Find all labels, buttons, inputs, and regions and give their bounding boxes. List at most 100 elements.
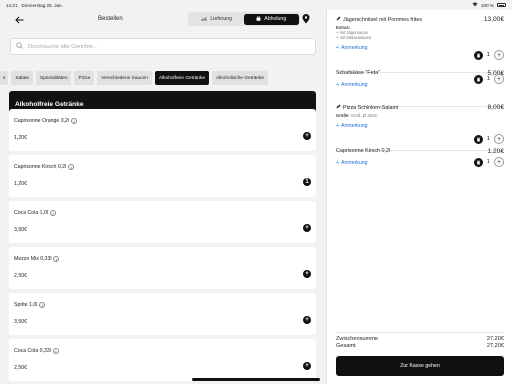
product-price: 3,50€ xyxy=(14,319,27,325)
location-pin-icon[interactable] xyxy=(302,14,310,24)
pickup-tab[interactable]: Abholung xyxy=(244,13,299,25)
product-price: 2,50€ xyxy=(14,365,27,371)
plus-icon: + xyxy=(336,82,340,88)
product-name: Caprisonne Orange 0,2l xyxy=(14,118,70,124)
plus-icon: + xyxy=(336,123,340,130)
category-tab-alkoholfreie-getraenke[interactable]: Alkoholfreie Getränke xyxy=(154,71,210,85)
info-icon[interactable]: i xyxy=(53,256,60,262)
edit-icon[interactable] xyxy=(336,16,341,23)
bag-icon xyxy=(256,15,261,23)
cart-item: Jägerschnitzel mit Pommes frites 13,00€ … xyxy=(336,16,504,66)
product-price: 1,20€ xyxy=(14,135,27,141)
add-to-cart-button[interactable]: + xyxy=(303,362,311,370)
cart-item: Schafskäse "Feta" 5,00€ + Anmerkung 1 + xyxy=(336,70,504,100)
category-tab-salate[interactable]: Salate xyxy=(11,71,34,85)
add-to-cart-button[interactable]: + xyxy=(303,316,311,324)
cart-item-title: Jägerschnitzel mit Pommes frites xyxy=(343,16,423,23)
add-note-label: Anmerkung xyxy=(341,44,368,51)
add-to-cart-button[interactable]: + xyxy=(303,270,311,278)
extra-option: + mit Metaxasauce xyxy=(336,35,372,41)
category-tabs: s Salate Spezialitäten Pizza Verschieden… xyxy=(0,71,326,85)
category-tab-spezialitaeten[interactable]: Spezialitäten xyxy=(36,71,72,85)
subtotal-label: Zwischensumme xyxy=(336,336,378,342)
page-title: Bestellen xyxy=(98,16,123,22)
trash-icon[interactable] xyxy=(473,134,483,144)
product-card[interactable]: Sprite 1,0l i 3,50€ + xyxy=(9,293,316,335)
increase-quantity-button[interactable]: + xyxy=(494,74,504,84)
cart-item-quantity: 1 xyxy=(486,52,490,58)
increase-quantity-button[interactable]: + xyxy=(494,134,504,144)
product-card[interactable]: Caprisonne Kirsch 0,2l i 1,20€ 1 xyxy=(9,155,316,197)
add-note-label: Anmerkung xyxy=(341,82,368,88)
back-arrow-icon[interactable] xyxy=(12,14,26,26)
cart-item-price: 13,00€ xyxy=(483,16,504,23)
divider xyxy=(336,332,504,333)
add-note-link[interactable]: + Anmerkung xyxy=(336,123,504,129)
product-card[interactable]: Coca Cola 0,33l i 2,50€ + xyxy=(9,339,316,381)
size-value: Groß, Ø 28cm xyxy=(350,113,378,118)
cart-panel: Jägerschnitzel mit Pommes frites 13,00€ … xyxy=(326,10,512,384)
cart-item-quantity: 1 xyxy=(486,159,490,165)
trash-icon[interactable] xyxy=(473,50,483,60)
product-name: Sprite 1,0l xyxy=(14,302,38,308)
search-input[interactable] xyxy=(28,43,298,50)
product-card[interactable]: Coca Cola 1,0l i 3,50€ + xyxy=(9,201,316,243)
product-name: Caprisonne Kirsch 0,2l xyxy=(14,164,67,170)
cart-item-price: 8,00€ xyxy=(487,104,504,111)
info-icon[interactable]: i xyxy=(52,348,59,354)
search-bar xyxy=(10,38,316,55)
product-card[interactable]: Mezzo Mix 0,33l i 2,50€ + xyxy=(9,247,316,289)
order-mode-toggle: Lieferung Abholung xyxy=(188,12,300,26)
product-price: 3,50€ xyxy=(14,227,27,233)
product-card[interactable]: Caprisonne Orange 0,2l i 1,20€ + xyxy=(9,109,316,151)
search-icon xyxy=(16,42,23,51)
battery-percent: 100 % xyxy=(480,2,494,8)
category-tab-pizza[interactable]: Pizza xyxy=(74,71,95,85)
cart-item-title: Pizza Schinken-Salami xyxy=(343,104,399,111)
info-icon[interactable]: i xyxy=(50,210,57,216)
trash-icon[interactable] xyxy=(473,157,483,167)
cart-item-price: 1,20€ xyxy=(487,148,504,155)
trash-icon[interactable] xyxy=(473,74,483,84)
status-date: Donnerstag 25. Jan. xyxy=(21,2,63,8)
order-totals: Zwischensumme 27,20€ Gesamt 27,20€ xyxy=(336,336,504,350)
add-to-cart-button[interactable]: + xyxy=(303,132,311,140)
plus-icon: + xyxy=(336,160,340,166)
edit-icon[interactable] xyxy=(336,104,341,111)
header: Bestellen Lieferung Abholung xyxy=(0,10,326,30)
battery-icon xyxy=(497,3,506,7)
increase-quantity-button[interactable]: + xyxy=(494,157,504,167)
category-tab-previous[interactable]: s xyxy=(0,71,9,85)
size-label: Größe: xyxy=(336,113,350,118)
cart-quantity-badge[interactable]: 1 xyxy=(303,178,311,186)
menu-panel: Bestellen Lieferung Abholung s xyxy=(0,10,326,384)
product-name: Coca Cola 0,33l xyxy=(14,348,51,354)
category-tab-alkoholische-getraenke[interactable]: Alkoholische Getränke xyxy=(212,71,269,85)
product-name: Mezzo Mix 0,33l xyxy=(14,256,52,262)
cart-item-quantity: 1 xyxy=(486,76,490,82)
status-time: 14:21 xyxy=(6,2,18,8)
add-note-label: Anmerkung xyxy=(341,123,368,130)
total-label: Gesamt xyxy=(336,343,356,349)
add-to-cart-button[interactable]: + xyxy=(303,224,311,232)
category-tab-saucen[interactable]: Verschiedene Saucen xyxy=(97,71,152,85)
pickup-tab-label: Abholung xyxy=(264,16,287,22)
info-icon[interactable]: i xyxy=(39,302,46,308)
cart-item-quantity: 1 xyxy=(486,136,490,142)
total-value: 27,20€ xyxy=(486,343,504,349)
product-price: 1,20€ xyxy=(14,181,27,187)
info-icon[interactable]: i xyxy=(68,164,75,170)
plus-icon: + xyxy=(336,44,340,51)
scooter-icon xyxy=(201,16,208,23)
home-indicator[interactable] xyxy=(192,378,320,381)
subtotal-value: 27,20€ xyxy=(486,336,504,342)
cart-item-title: Caprisonne Kirsch 0,2l xyxy=(336,148,391,154)
wifi-icon xyxy=(472,2,478,8)
increase-quantity-button[interactable]: + xyxy=(494,50,504,60)
delivery-tab-label: Lieferung xyxy=(210,16,233,22)
cart-item: Caprisonne Kirsch 0,2l 1,20€ + Anmerkung… xyxy=(336,148,504,178)
delivery-tab[interactable]: Lieferung xyxy=(190,14,245,25)
status-bar: 14:21 Donnerstag 25. Jan. 100 % xyxy=(0,0,512,10)
info-icon[interactable]: i xyxy=(71,118,78,124)
checkout-button[interactable]: Zur Kasse gehen xyxy=(336,356,504,376)
